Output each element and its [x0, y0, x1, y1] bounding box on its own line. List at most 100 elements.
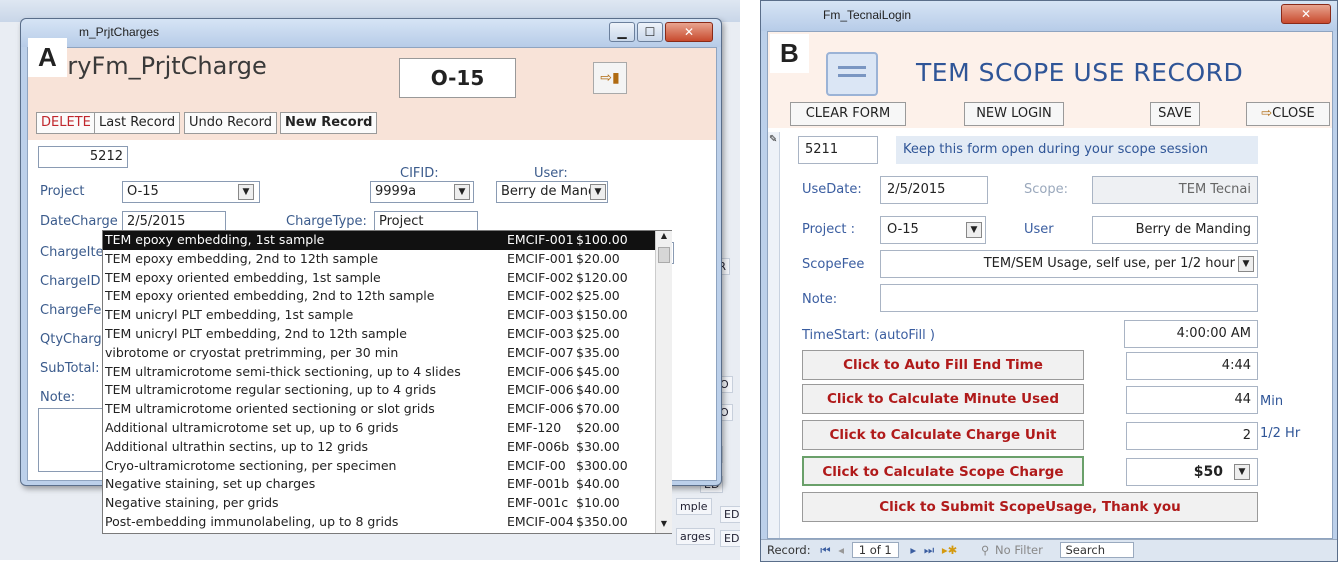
project-dropdown-arrow[interactable]: ▼ — [238, 184, 254, 200]
new-record-button[interactable]: New Record — [280, 112, 378, 134]
list-item[interactable]: Post-embedding immunolabeling, up to 8 g… — [103, 513, 655, 532]
delete-button[interactable]: DELETE — [36, 112, 96, 134]
use-date-label: UseDate: — [802, 182, 862, 197]
date-charge-label: DateCharge — [40, 214, 118, 229]
minutes-used-field[interactable]: 44 — [1126, 386, 1258, 414]
scope-charge-dropdown-arrow[interactable]: ▼ — [1234, 464, 1250, 480]
tecnai-login-window: Fm_TecnaiLogin ✕ TEM SCOPE USE RECORD CL… — [760, 0, 1338, 562]
scroll-up-arrow[interactable]: ▲ — [656, 231, 672, 245]
calculate-minute-used-button[interactable]: Click to Calculate Minute Used — [802, 384, 1084, 414]
scope-field: TEM Tecnai — [1092, 176, 1258, 204]
auto-fill-end-time-button[interactable]: Click to Auto Fill End Time — [802, 350, 1084, 380]
item-price: $150.00 — [576, 307, 628, 323]
last-record-button[interactable]: Last Record — [94, 112, 181, 134]
project-code-display: O-15 — [399, 58, 516, 98]
time-start-label: TimeStart: (autoFill ) — [802, 328, 935, 343]
list-item[interactable]: TEM unicryl PLT embedding, 1st sample EMC… — [103, 306, 655, 325]
item-price: $70.00 — [576, 401, 620, 417]
last-record-icon[interactable]: ⏭ — [924, 543, 934, 557]
item-description: TEM ultramicrotome oriented sectioning o… — [105, 401, 435, 417]
submit-scope-usage-button[interactable]: Click to Submit ScopeUsage, Thank you — [802, 492, 1258, 522]
maximize-button[interactable]: ☐ — [637, 22, 663, 42]
clear-form-button[interactable]: CLEAR FORM — [790, 102, 906, 126]
list-scrollbar[interactable]: ▲ ▼ — [655, 231, 672, 533]
charge-item-dropdown-list[interactable]: TEM epoxy embedding, 1st sample EMCIF-001… — [102, 230, 672, 534]
minimize-button[interactable]: ▁ — [609, 22, 635, 42]
next-record-icon[interactable]: ▸ — [910, 543, 916, 557]
charge-type-label: ChargeType: — [286, 214, 367, 229]
new-record-icon[interactable]: ▸✱ — [942, 543, 957, 557]
list-item[interactable]: TEM epoxy oriented embedding, 2nd to 12t… — [103, 287, 655, 306]
pencil-icon: ✎ — [769, 134, 778, 145]
list-item[interactable]: TEM unicryl PLT embedding, 2nd to 12th s… — [103, 325, 655, 344]
undo-record-button[interactable]: Undo Record — [184, 112, 278, 134]
form-icon — [826, 52, 878, 96]
subtotal-label: SubTotal: — [40, 361, 100, 376]
list-item[interactable]: TEM ultramicrotome semi-thick sectioning… — [103, 363, 655, 382]
user-value: Berry de Mand — [501, 184, 597, 199]
save-button[interactable]: SAVE — [1150, 102, 1200, 126]
search-field[interactable]: Search — [1060, 542, 1134, 558]
list-item[interactable]: Cryo-ultramicrotome sectioning, per spec… — [103, 457, 655, 476]
list-item[interactable]: TEM ultramicrotome regular sectioning, u… — [103, 381, 655, 400]
close-button[interactable]: ⇨CLOSE — [1246, 102, 1330, 126]
bg-cell: ED — [720, 506, 740, 523]
list-item[interactable]: Negative staining, set up charges EMF-001… — [103, 475, 655, 494]
scope-fee-select[interactable]: TEM/SEM Usage, self use, per 1/2 hour — [880, 250, 1258, 278]
item-description: TEM ultramicrotome semi-thick sectioning… — [105, 363, 461, 379]
close-window-button[interactable]: ✕ — [1281, 4, 1331, 24]
user-label: User — [1024, 222, 1054, 237]
scroll-down-arrow[interactable]: ▼ — [656, 519, 672, 533]
list-item[interactable]: vibrotome or cryostat pretrimming, per 3… — [103, 344, 655, 363]
close-window-button[interactable]: ✕ — [665, 22, 713, 42]
record-id-field[interactable]: 5211 — [798, 136, 878, 164]
item-price: $45.00 — [576, 363, 620, 379]
record-selector[interactable]: ✎ — [768, 132, 780, 538]
no-filter-label[interactable]: No Filter — [995, 543, 1043, 557]
list-item[interactable]: TEM ultramicrotome oriented sectioning o… — [103, 400, 655, 419]
user-dropdown-arrow[interactable]: ▼ — [590, 184, 606, 200]
item-code: EMF-006b — [507, 438, 570, 454]
list-item[interactable]: Additional ultramicrotome set up, up to … — [103, 419, 655, 438]
exit-icon: ⇨ — [1261, 106, 1273, 121]
cifid-dropdown-arrow[interactable]: ▼ — [454, 184, 470, 200]
list-item[interactable]: TEM epoxy oriented embedding, 1st sample… — [103, 269, 655, 288]
list-item[interactable]: TEM epoxy embedding, 1st sample EMCIF-001… — [103, 231, 655, 250]
project-label: Project : — [802, 222, 855, 237]
note-field[interactable] — [880, 284, 1258, 312]
item-code: EMCIF-00 — [507, 457, 566, 473]
exit-icon: ⇨▮ — [600, 70, 620, 86]
list-item[interactable]: Negative staining, per grids EMF-001c $10.… — [103, 494, 655, 513]
form-title: tryFm_PrjtCharge — [58, 52, 267, 80]
record-position-field[interactable]: 1 of 1 — [851, 542, 899, 558]
list-item[interactable]: Additional ultrathin sectins, up to 12 g… — [103, 438, 655, 457]
panel-label-b: B — [770, 34, 809, 73]
filter-icon[interactable]: ⚲ — [981, 543, 989, 557]
end-time-field[interactable]: 4:44 — [1126, 352, 1258, 380]
user-field[interactable]: Berry de Manding — [1092, 216, 1258, 244]
list-item[interactable]: TEM epoxy embedding, 2nd to 12th sample E… — [103, 250, 655, 269]
note-field[interactable] — [38, 408, 108, 472]
item-price: $120.00 — [576, 269, 628, 285]
item-code: EMCIF-004 — [507, 514, 574, 529]
item-description: vibrotome or cryostat pretrimming, per 3… — [105, 344, 399, 360]
project-dropdown-arrow[interactable]: ▼ — [966, 222, 982, 238]
note-label: Note: — [40, 390, 76, 405]
calculate-charge-unit-button[interactable]: Click to Calculate Charge Unit — [802, 420, 1084, 450]
page-title: TEM SCOPE USE RECORD — [916, 58, 1244, 87]
first-record-icon[interactable]: ⏮ — [820, 543, 830, 557]
previous-record-icon[interactable]: ◂ — [838, 543, 844, 557]
item-code: EMCIF-001 — [507, 232, 574, 247]
exit-form-button[interactable]: ⇨▮ — [593, 62, 627, 94]
record-id-field[interactable]: 5212 — [38, 146, 128, 168]
window-titlebar: Fm_TecnaiLogin ✕ — [761, 1, 1337, 31]
scope-fee-dropdown-arrow[interactable]: ▼ — [1238, 256, 1254, 272]
scroll-thumb[interactable] — [658, 247, 670, 263]
charge-unit-field[interactable]: 2 — [1126, 422, 1258, 450]
time-start-field[interactable]: 4:00:00 AM — [1124, 320, 1258, 348]
qty-charge-label: QtyCharge — [40, 332, 110, 347]
use-date-field[interactable]: 2/5/2015 — [880, 176, 988, 204]
calculate-scope-charge-button[interactable]: Click to Calculate Scope Charge — [802, 456, 1084, 486]
close-label: CLOSE — [1272, 106, 1315, 121]
new-login-button[interactable]: NEW LOGIN — [964, 102, 1064, 126]
